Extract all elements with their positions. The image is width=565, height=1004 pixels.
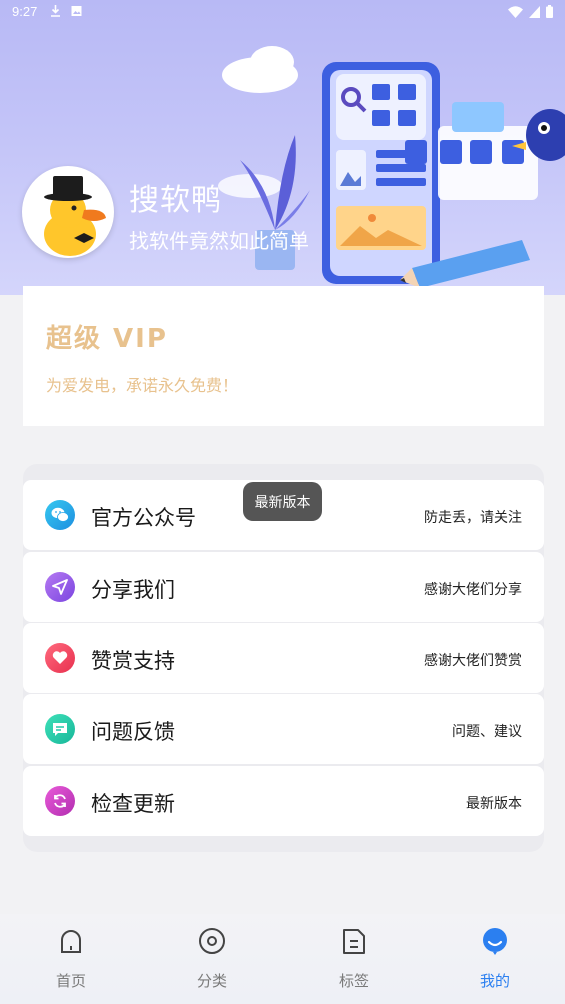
menu-item-share[interactable]: 分享我们 感谢大佬们分享 [23,552,544,622]
banner-illustration [218,46,565,288]
menu-item-feedback[interactable]: 问题反馈 问题、建议 [23,694,544,764]
tab-label: 我的 [479,972,510,990]
menu-item-label: 检查更新 [91,792,175,816]
tab-label: 分类 [196,972,227,990]
tab-category[interactable]: 分类 [172,926,252,996]
menu-item-label: 官方公众号 [91,506,196,530]
image-notification-icon [71,6,82,16]
menu-item-hint: 防走丢，请关注 [424,510,522,526]
menu-item-hint: 最新版本 [466,796,522,812]
menu-item-donate[interactable]: 赞赏支持 感谢大佬们赞赏 [23,623,544,693]
profile-banner: 9:27 搜软鸭 找软件竟然如此简单 [0,0,565,295]
tab-profile[interactable]: 我的 [455,926,535,996]
app-slogan: 找软件竟然如此简单 [129,229,309,253]
menu-item-hint: 问题、建议 [452,724,522,740]
bottom-nav: 首页 分类 标签 我的 [0,914,565,1004]
tab-label: 首页 [55,972,86,990]
menu-item-hint: 感谢大佬们赞赏 [424,653,522,669]
menu-item-label: 分享我们 [91,578,175,602]
wifi-icon [508,5,523,18]
tab-label: 标签 [338,972,369,990]
status-time: 9:27 [12,4,38,19]
menu-item-check-update[interactable]: 检查更新 最新版本 [23,766,544,836]
toast-message: 最新版本 [243,482,322,521]
menu-item-label: 赞赏支持 [91,649,175,673]
send-icon [45,572,75,602]
avatar[interactable] [22,166,114,258]
menu-item-label: 问题反馈 [91,720,175,744]
tag-icon [339,926,369,956]
download-icon [51,5,60,17]
refresh-icon [45,786,75,816]
vip-subtitle: 为爱发电，承诺永久免费！ [46,376,239,395]
heart-icon [45,643,75,673]
app-name: 搜软鸭 [129,183,222,218]
battery-icon [546,5,553,18]
category-icon [197,926,227,956]
vip-card[interactable]: 超级 VIP 为爱发电，承诺永久免费！ [23,286,544,426]
signal-icon [529,5,540,18]
feedback-icon [45,714,75,744]
wechat-icon [45,500,75,530]
profile-icon [480,926,510,956]
home-icon [56,926,86,956]
tab-home[interactable]: 首页 [31,926,111,996]
status-bar: 9:27 [0,0,565,26]
vip-title: 超级 VIP [46,324,168,354]
tab-tags[interactable]: 标签 [314,926,394,996]
menu-item-hint: 感谢大佬们分享 [424,582,522,598]
duck-avatar-icon [44,176,106,256]
